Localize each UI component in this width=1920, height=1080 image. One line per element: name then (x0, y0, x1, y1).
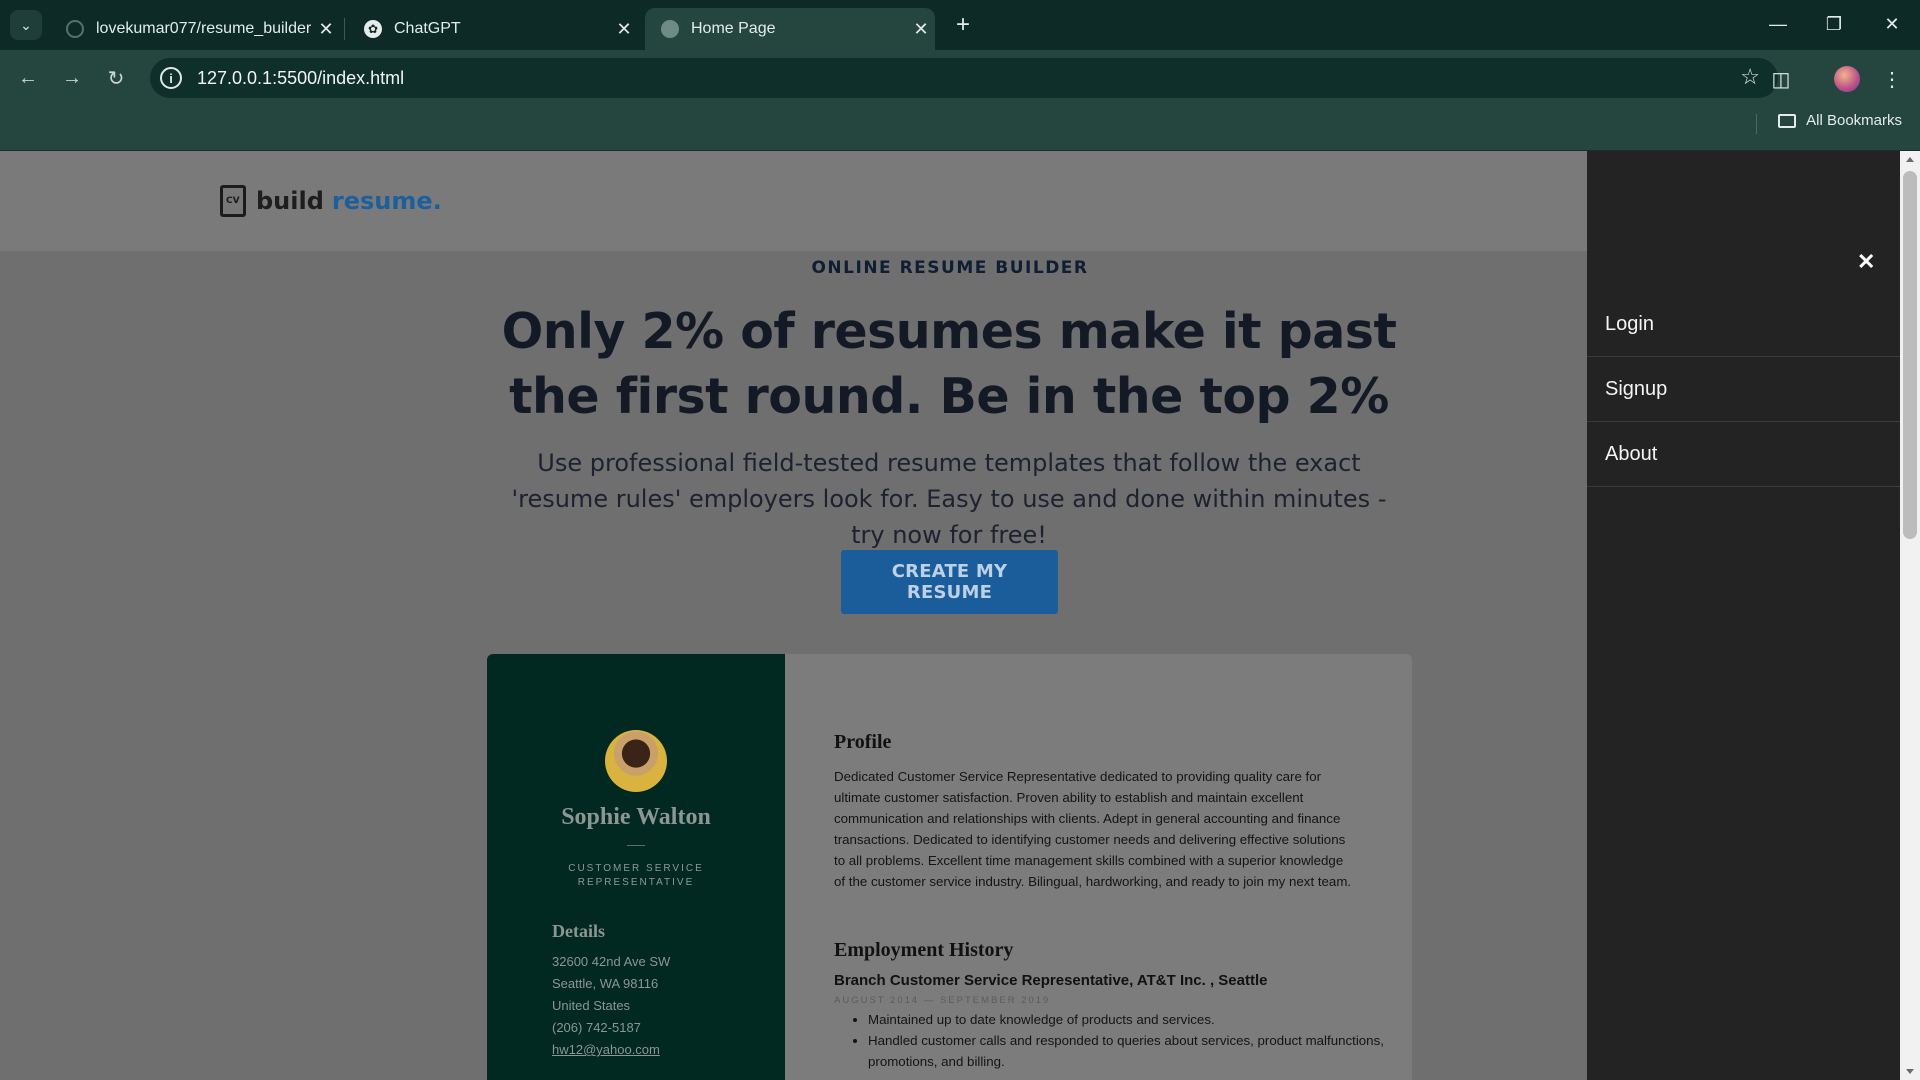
close-icon: ✕ (1884, 13, 1900, 34)
more-options-icon[interactable]: ⋮ (1877, 64, 1907, 94)
job-title: Branch Customer Service Representative, … (834, 972, 1268, 989)
scrollbar-thumb[interactable] (1903, 171, 1917, 539)
job-bullets: Maintained up to date knowledge of produ… (834, 1009, 1388, 1072)
profile-text: Dedicated Customer Service Representativ… (834, 769, 1352, 889)
plus-icon: + (955, 11, 970, 38)
logo-text-build: build (256, 187, 324, 215)
hero-headline: Only 2% of resumes make it past the firs… (501, 303, 1397, 425)
site-logo[interactable]: CV build resume. (220, 185, 442, 217)
profile-avatar[interactable] (1834, 66, 1860, 92)
tab-title: lovekumar077/resume_builder (96, 20, 312, 37)
create-my-resume-button[interactable]: CREATE MY RESUME (841, 550, 1058, 614)
detail-phone: (206) 742-5187 (552, 1020, 641, 1035)
extensions-icon[interactable]: ◫ (1766, 64, 1796, 94)
back-button[interactable]: ← (12, 62, 44, 94)
list-item: Maintained up to date knowledge of produ… (868, 1009, 1388, 1030)
new-tab-button[interactable]: + (948, 10, 978, 40)
list-item: Handled customer calls and responded to … (868, 1030, 1388, 1072)
folder-icon (1778, 113, 1797, 128)
web-page: CV build resume. ONLINE RESUME BUILDER O… (0, 151, 1587, 1080)
logo-text-resume: resume. (331, 187, 442, 215)
side-nav-drawer: ✕ Login Signup About (1587, 151, 1900, 1080)
all-bookmarks-label: All Bookmarks (1806, 112, 1902, 129)
globe-icon (661, 20, 679, 38)
github-icon (66, 20, 84, 38)
all-bookmarks-button[interactable]: All Bookmarks (1778, 112, 1902, 129)
minimize-button[interactable]: — (1750, 8, 1806, 40)
scroll-down-icon[interactable] (1906, 1069, 1914, 1074)
scroll-up-icon[interactable] (1906, 157, 1914, 162)
tab-title: ChatGPT (394, 20, 461, 37)
resume-preview: Sophie Walton CUSTOMER SERVICE REPRESENT… (487, 654, 1412, 1080)
close-tab-icon[interactable]: ✕ (907, 19, 935, 40)
tab-github[interactable]: lovekumar077/resume_builder ✕ (50, 8, 340, 50)
bookmark-star-icon[interactable]: ☆ (1740, 64, 1760, 90)
reload-icon: ↻ (107, 67, 125, 90)
detail-line: Seattle, WA 98116 (552, 976, 659, 991)
close-window-button[interactable]: ✕ (1864, 8, 1920, 40)
cv-logo-icon: CV (220, 185, 246, 217)
tab-home-page[interactable]: Home Page ✕ (645, 8, 935, 50)
tab-strip: ⌄ lovekumar077/resume_builder ✕ ✿ ChatGP… (0, 0, 1920, 50)
reload-button[interactable]: ↻ (100, 62, 132, 94)
bookmarks-divider (1756, 114, 1757, 134)
divider (627, 845, 645, 846)
nav-signup[interactable]: Signup (1587, 357, 1900, 422)
forward-button[interactable]: → (56, 62, 88, 94)
site-header: CV build resume. (0, 151, 1587, 251)
resume-sidebar: Sophie Walton CUSTOMER SERVICE REPRESENT… (487, 654, 785, 1080)
minimize-icon: — (1769, 13, 1787, 34)
profile-heading: Profile (834, 731, 892, 753)
detail-email-link[interactable]: hw12@yahoo.com (552, 1042, 660, 1057)
nav-login[interactable]: Login (1587, 292, 1900, 357)
address-bar[interactable]: i 127.0.0.1:5500/index.html ☆ (150, 58, 1778, 98)
job-dates: AUGUST 2014 — SEPTEMBER 2019 (834, 995, 1051, 1006)
url-text[interactable]: 127.0.0.1:5500/index.html (197, 68, 404, 89)
hero-subheadline: Use professional field-tested resume tem… (511, 449, 1387, 549)
restore-icon: ❐ (1825, 13, 1843, 34)
chevron-down-icon: ⌄ (20, 16, 32, 33)
employment-heading: Employment History (834, 939, 1014, 961)
tab-divider (344, 18, 345, 40)
close-tab-icon[interactable]: ✕ (610, 19, 638, 40)
tab-chatgpt[interactable]: ✿ ChatGPT ✕ (348, 8, 638, 50)
eyebrow-label: ONLINE RESUME BUILDER (811, 258, 1089, 278)
detail-line: 32600 42nd Ave SW (552, 954, 671, 969)
page-scrollbar[interactable] (1900, 151, 1920, 1080)
chatgpt-icon: ✿ (364, 20, 382, 38)
arrow-right-icon: → (62, 66, 82, 89)
tab-title: Home Page (691, 20, 776, 37)
profile-photo (605, 730, 667, 792)
browser-toolbar: ← → ↻ i 127.0.0.1:5500/index.html ☆ ◫ ⋮ (0, 50, 1920, 150)
close-drawer-icon[interactable]: ✕ (1857, 249, 1875, 275)
resume-job-title: CUSTOMER SERVICE REPRESENTATIVE (568, 863, 704, 888)
tab-search-button[interactable]: ⌄ (10, 10, 42, 40)
details-heading: Details (552, 921, 605, 941)
restore-button[interactable]: ❐ (1806, 8, 1862, 40)
close-tab-icon[interactable]: ✕ (312, 19, 340, 40)
nav-about[interactable]: About (1587, 422, 1900, 487)
detail-line: United States (552, 998, 631, 1013)
site-info-icon[interactable]: i (160, 67, 182, 89)
arrow-left-icon: ← (18, 66, 38, 89)
resume-name: Sophie Walton (561, 804, 711, 830)
